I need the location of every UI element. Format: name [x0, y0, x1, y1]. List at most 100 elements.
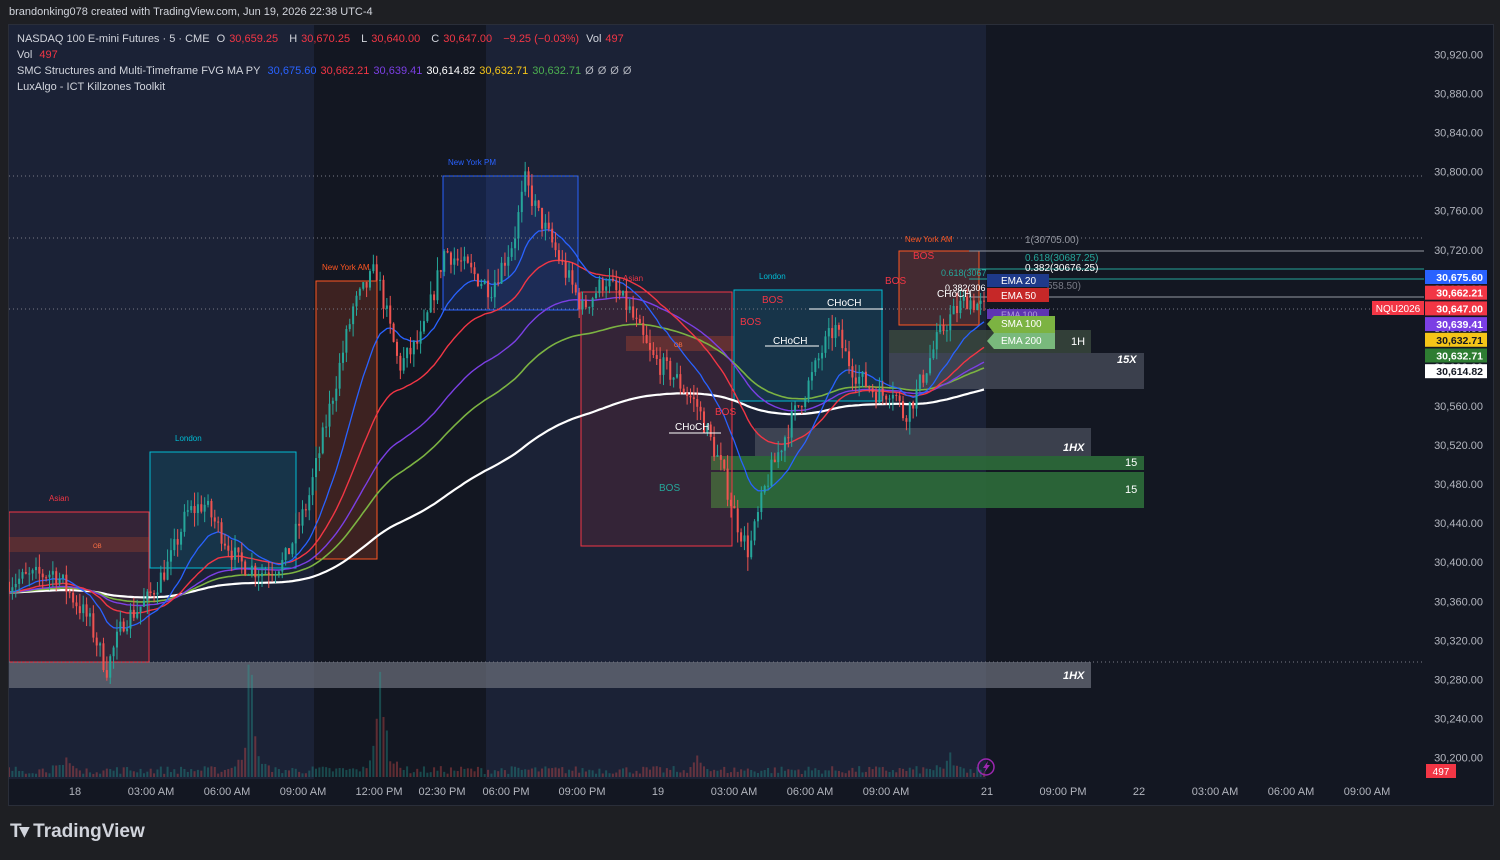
session-label-london-1: London: [175, 434, 202, 443]
volume-bar: [460, 766, 463, 777]
volume-bar: [220, 771, 223, 777]
volume-bar: [527, 769, 530, 777]
legend-row-killzones[interactable]: LuxAlgo - ICT Killzones Toolkit: [17, 81, 169, 93]
chart-panel[interactable]: 30,920.00 30,880.00 30,840.00 30,800.00 30,7…: [8, 24, 1494, 806]
vol-label: Vol: [586, 33, 602, 45]
volume-bar: [659, 767, 662, 777]
price-badge: 30,632.71: [1425, 332, 1487, 347]
session-label-london-2: London: [759, 272, 786, 281]
price-tick-label: 30,320.00: [1434, 635, 1483, 647]
volume-bar: [338, 767, 341, 777]
volume-bar: [416, 768, 419, 777]
volume-bar: [213, 766, 216, 777]
volume-bar: [875, 766, 878, 777]
volume-bar: [203, 766, 206, 777]
legend-row-ohlc: NASDAQ 100 E-mini Futures · 5 · CME O 30,…: [17, 33, 632, 45]
ma-tag-sma100: SMA 100: [987, 316, 1055, 333]
ma-tag-ema20: EMA 20: [987, 274, 1049, 287]
volume-bar: [608, 773, 611, 777]
volume-bar: [277, 769, 280, 777]
volume-bar: [763, 770, 766, 777]
volume-bar: [969, 769, 972, 777]
volume-bar: [412, 772, 415, 777]
volume-bar: [304, 773, 307, 777]
volume-bar: [142, 773, 145, 777]
volume-bar: [935, 765, 938, 777]
legend-row-volume[interactable]: Vol 497: [17, 49, 62, 61]
volume-bar: [126, 767, 129, 777]
volume-bar: [770, 773, 773, 777]
volume-bar: [574, 766, 577, 777]
price-tick-label: 30,760.00: [1434, 206, 1483, 218]
legend-row-smc[interactable]: SMC Structures and Multi-Timeframe FVG M…: [17, 65, 639, 77]
svg-text:30,632.71: 30,632.71: [1436, 335, 1483, 347]
volume-bar: [962, 768, 965, 777]
volume-bar: [186, 771, 189, 777]
volume-bar: [767, 767, 770, 777]
volume-bar: [682, 770, 685, 777]
volume-bar: [706, 769, 709, 777]
candle: [288, 548, 291, 555]
volume-bar: [153, 773, 156, 777]
volume-bar: [871, 769, 874, 777]
volume-bar: [65, 757, 68, 777]
volume-bar: [925, 768, 928, 777]
price-badge: 30,614.82: [1425, 364, 1487, 379]
volume-bar: [311, 766, 314, 777]
session-box-nypm-1: [442, 175, 579, 311]
time-tick-label: 21: [981, 786, 993, 798]
volume-bar: [972, 772, 975, 777]
price-tick-label: 30,840.00: [1434, 128, 1483, 140]
session-label-nypm-1: New York PM: [448, 158, 496, 167]
volume-bar: [514, 766, 517, 777]
volume-bar: [284, 769, 287, 777]
volume-bar: [112, 770, 115, 777]
volume-bar: [379, 671, 382, 777]
volume-bar: [308, 770, 311, 777]
volume-bar: [922, 767, 925, 777]
volume-bar: [28, 773, 31, 777]
choch-label-2: CHoCH: [773, 336, 807, 347]
volume-bar: [196, 769, 199, 777]
volume-bar: [726, 772, 729, 777]
volume-bar: [426, 772, 429, 777]
volume-bar: [524, 769, 527, 777]
volume-bar: [24, 773, 27, 777]
smc-value-1: 30,662.21: [320, 65, 370, 77]
volume-bar: [190, 769, 193, 777]
volume-bar: [729, 772, 732, 777]
volume-bar: [298, 771, 301, 777]
volume-bar: [783, 770, 786, 777]
price-chart[interactable]: 30,920.00 30,880.00 30,840.00 30,800.00 30,7…: [9, 25, 1493, 805]
price-axis[interactable]: 30,920.00 30,880.00 30,840.00 30,800.00 30,7…: [1372, 25, 1493, 779]
volume-bar: [942, 768, 945, 777]
high-label: H: [289, 33, 298, 45]
volume-bar: [51, 765, 54, 777]
volume-bar: [159, 766, 162, 777]
volume-bar: [618, 769, 621, 777]
volume-bar: [719, 769, 722, 777]
volume-bar: [689, 767, 692, 777]
volume-bar: [554, 767, 557, 777]
volume-bar: [352, 768, 355, 777]
smc-value-3: 30,614.82: [426, 65, 476, 77]
volume-bar: [551, 768, 554, 777]
volume-bar: [207, 767, 210, 777]
volume-bar: [419, 771, 422, 777]
time-tick-label: 06:00 AM: [787, 786, 833, 798]
volume-bar: [861, 772, 864, 777]
volume-bar: [959, 766, 962, 777]
volume-bar: [406, 766, 409, 777]
volume-bar: [652, 766, 655, 777]
volume-bar: [34, 773, 37, 777]
volume-bar: [591, 770, 594, 777]
volume-bar: [787, 769, 790, 777]
volume-bar: [929, 768, 932, 777]
volume-bar: [578, 772, 581, 777]
time-axis[interactable]: 18 03:00 AM 06:00 AM 09:00 AM 12:00 PM 02:30 …: [9, 779, 1493, 805]
volume-bar: [716, 770, 719, 777]
volume-bar: [854, 771, 857, 777]
volume-bar: [61, 764, 64, 777]
volume-bar: [622, 768, 625, 777]
volume-bar: [571, 770, 574, 777]
